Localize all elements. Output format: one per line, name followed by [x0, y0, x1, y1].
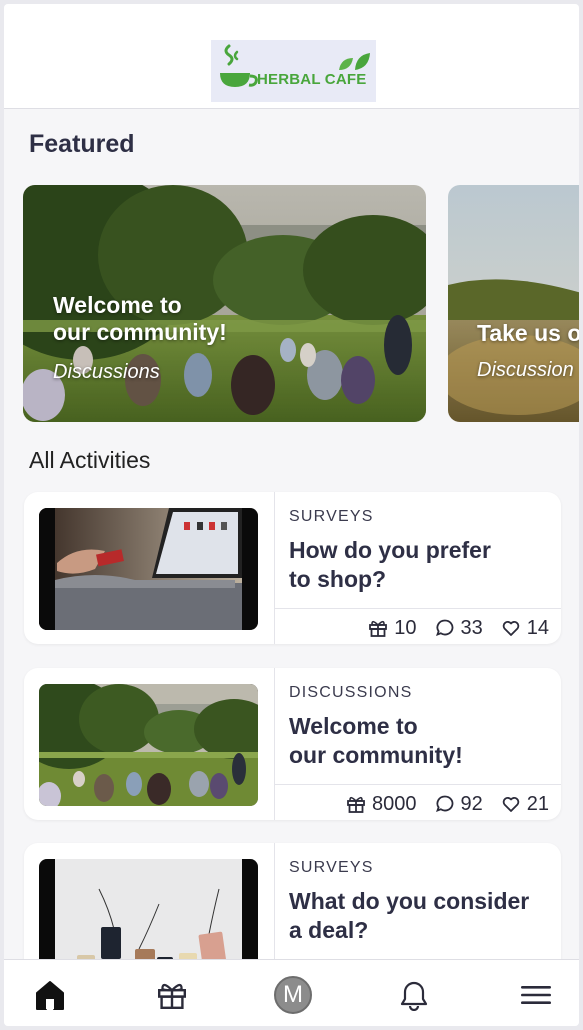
all-activities-heading: All Activities — [29, 447, 151, 473]
featured-card-title: Welcome to our community! — [53, 292, 227, 345]
logo[interactable]: HERBAL CAFE — [211, 40, 376, 102]
activity-title: What do you consider a deal? — [289, 888, 530, 943]
activity-card[interactable]: DISCUSSIONS Welcome to our community! 80… — [24, 668, 561, 820]
menu-icon — [521, 986, 551, 1004]
home-icon — [36, 981, 64, 1010]
heart-icon[interactable] — [501, 618, 521, 638]
activity-card[interactable]: SURVEYS How do you prefer to shop? 10 33… — [24, 492, 561, 644]
laptop-shopping-image — [39, 508, 258, 630]
activity-title: How do you prefer to shop? — [289, 537, 491, 592]
featured-card-title: Take us o — [477, 320, 579, 346]
activity-category: DISCUSSIONS — [289, 684, 413, 701]
card-divider — [274, 668, 275, 820]
logo-text: HERBAL CAFE — [257, 71, 367, 88]
gift-icon — [347, 796, 365, 813]
comment-count: 92 — [460, 792, 483, 815]
bottom-nav: M — [4, 959, 579, 1026]
heart-icon[interactable] — [501, 794, 521, 814]
bell-icon — [400, 981, 428, 1011]
featured-card-take-us[interactable]: Take us o Discussion — [448, 185, 579, 422]
like-count: 14 — [526, 616, 549, 639]
activity-stats: 8000 92 21 — [346, 792, 549, 816]
activity-title: Welcome to our community! — [289, 713, 463, 768]
featured-card-category: Discussions — [53, 361, 160, 383]
featured-card-category: Discussion — [477, 359, 574, 381]
comment-count: 33 — [460, 616, 483, 639]
card-divider — [274, 608, 561, 609]
nav-profile[interactable]: M — [273, 975, 313, 1015]
hillside-image — [448, 185, 579, 422]
nav-rewards[interactable] — [152, 975, 192, 1015]
avatar: M — [274, 976, 312, 1014]
featured-heading: Featured — [29, 130, 135, 158]
gift-count: 8000 — [372, 792, 417, 815]
card-divider — [274, 784, 561, 785]
comment-icon — [435, 619, 453, 636]
like-count: 21 — [526, 792, 549, 815]
header: HERBAL CAFE — [4, 4, 579, 109]
nav-notifications[interactable] — [394, 975, 434, 1015]
nav-menu[interactable] — [516, 975, 556, 1015]
featured-card-community[interactable]: Welcome to our community! Discussions — [23, 185, 426, 422]
card-divider — [274, 492, 275, 644]
activity-stats: 10 33 14 — [368, 616, 549, 640]
activity-category: SURVEYS — [289, 859, 374, 876]
park-gathering-thumbnail — [39, 684, 258, 806]
app-frame: HERBAL CAFE Featured Welcome to our comm… — [4, 4, 579, 1026]
nav-home[interactable] — [30, 975, 70, 1015]
activity-category: SURVEYS — [289, 508, 374, 525]
gift-icon — [369, 620, 388, 637]
comment-icon — [435, 795, 453, 812]
gift-count: 10 — [394, 616, 417, 639]
gift-icon — [158, 983, 186, 1009]
